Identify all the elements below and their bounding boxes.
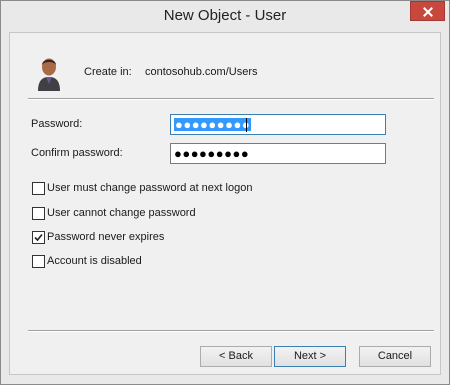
create-in-label: Create in:: [84, 66, 132, 78]
cannot-change-password-label[interactable]: User cannot change password: [47, 207, 196, 219]
account-disabled-checkbox[interactable]: [32, 255, 45, 268]
title-bar: New Object - User: [1, 1, 449, 31]
window-title: New Object - User: [163, 7, 287, 24]
confirm-password-field-value: ●●●●●●●●●: [174, 146, 250, 161]
confirm-password-label: Confirm password:: [31, 147, 123, 159]
checkmark-icon: [34, 233, 43, 242]
back-button[interactable]: < Back: [200, 346, 272, 367]
cancel-button[interactable]: Cancel: [359, 346, 431, 367]
dialog-content: Create in: contosohub.com/Users Password…: [9, 32, 441, 375]
separator-top: [28, 98, 434, 100]
password-field-value: ●●●●●●●●●: [174, 117, 252, 132]
close-button[interactable]: [410, 1, 445, 21]
text-caret: [246, 118, 247, 132]
new-object-user-dialog: New Object - User Create in: contosohub.…: [0, 0, 450, 385]
password-never-expires-checkbox[interactable]: [32, 231, 45, 244]
password-field[interactable]: ●●●●●●●●●: [170, 114, 386, 135]
account-disabled-label[interactable]: Account is disabled: [47, 255, 142, 267]
confirm-password-field[interactable]: ●●●●●●●●●: [170, 143, 386, 164]
create-in-path: contosohub.com/Users: [145, 66, 258, 78]
password-label: Password:: [31, 118, 83, 130]
next-button[interactable]: Next >: [274, 346, 346, 367]
cannot-change-password-checkbox[interactable]: [32, 207, 45, 220]
separator-bottom: [28, 330, 434, 332]
password-never-expires-label[interactable]: Password never expires: [47, 231, 164, 243]
user-icon: [38, 58, 60, 91]
must-change-password-checkbox[interactable]: [32, 182, 45, 195]
must-change-password-label[interactable]: User must change password at next logon: [47, 182, 252, 194]
